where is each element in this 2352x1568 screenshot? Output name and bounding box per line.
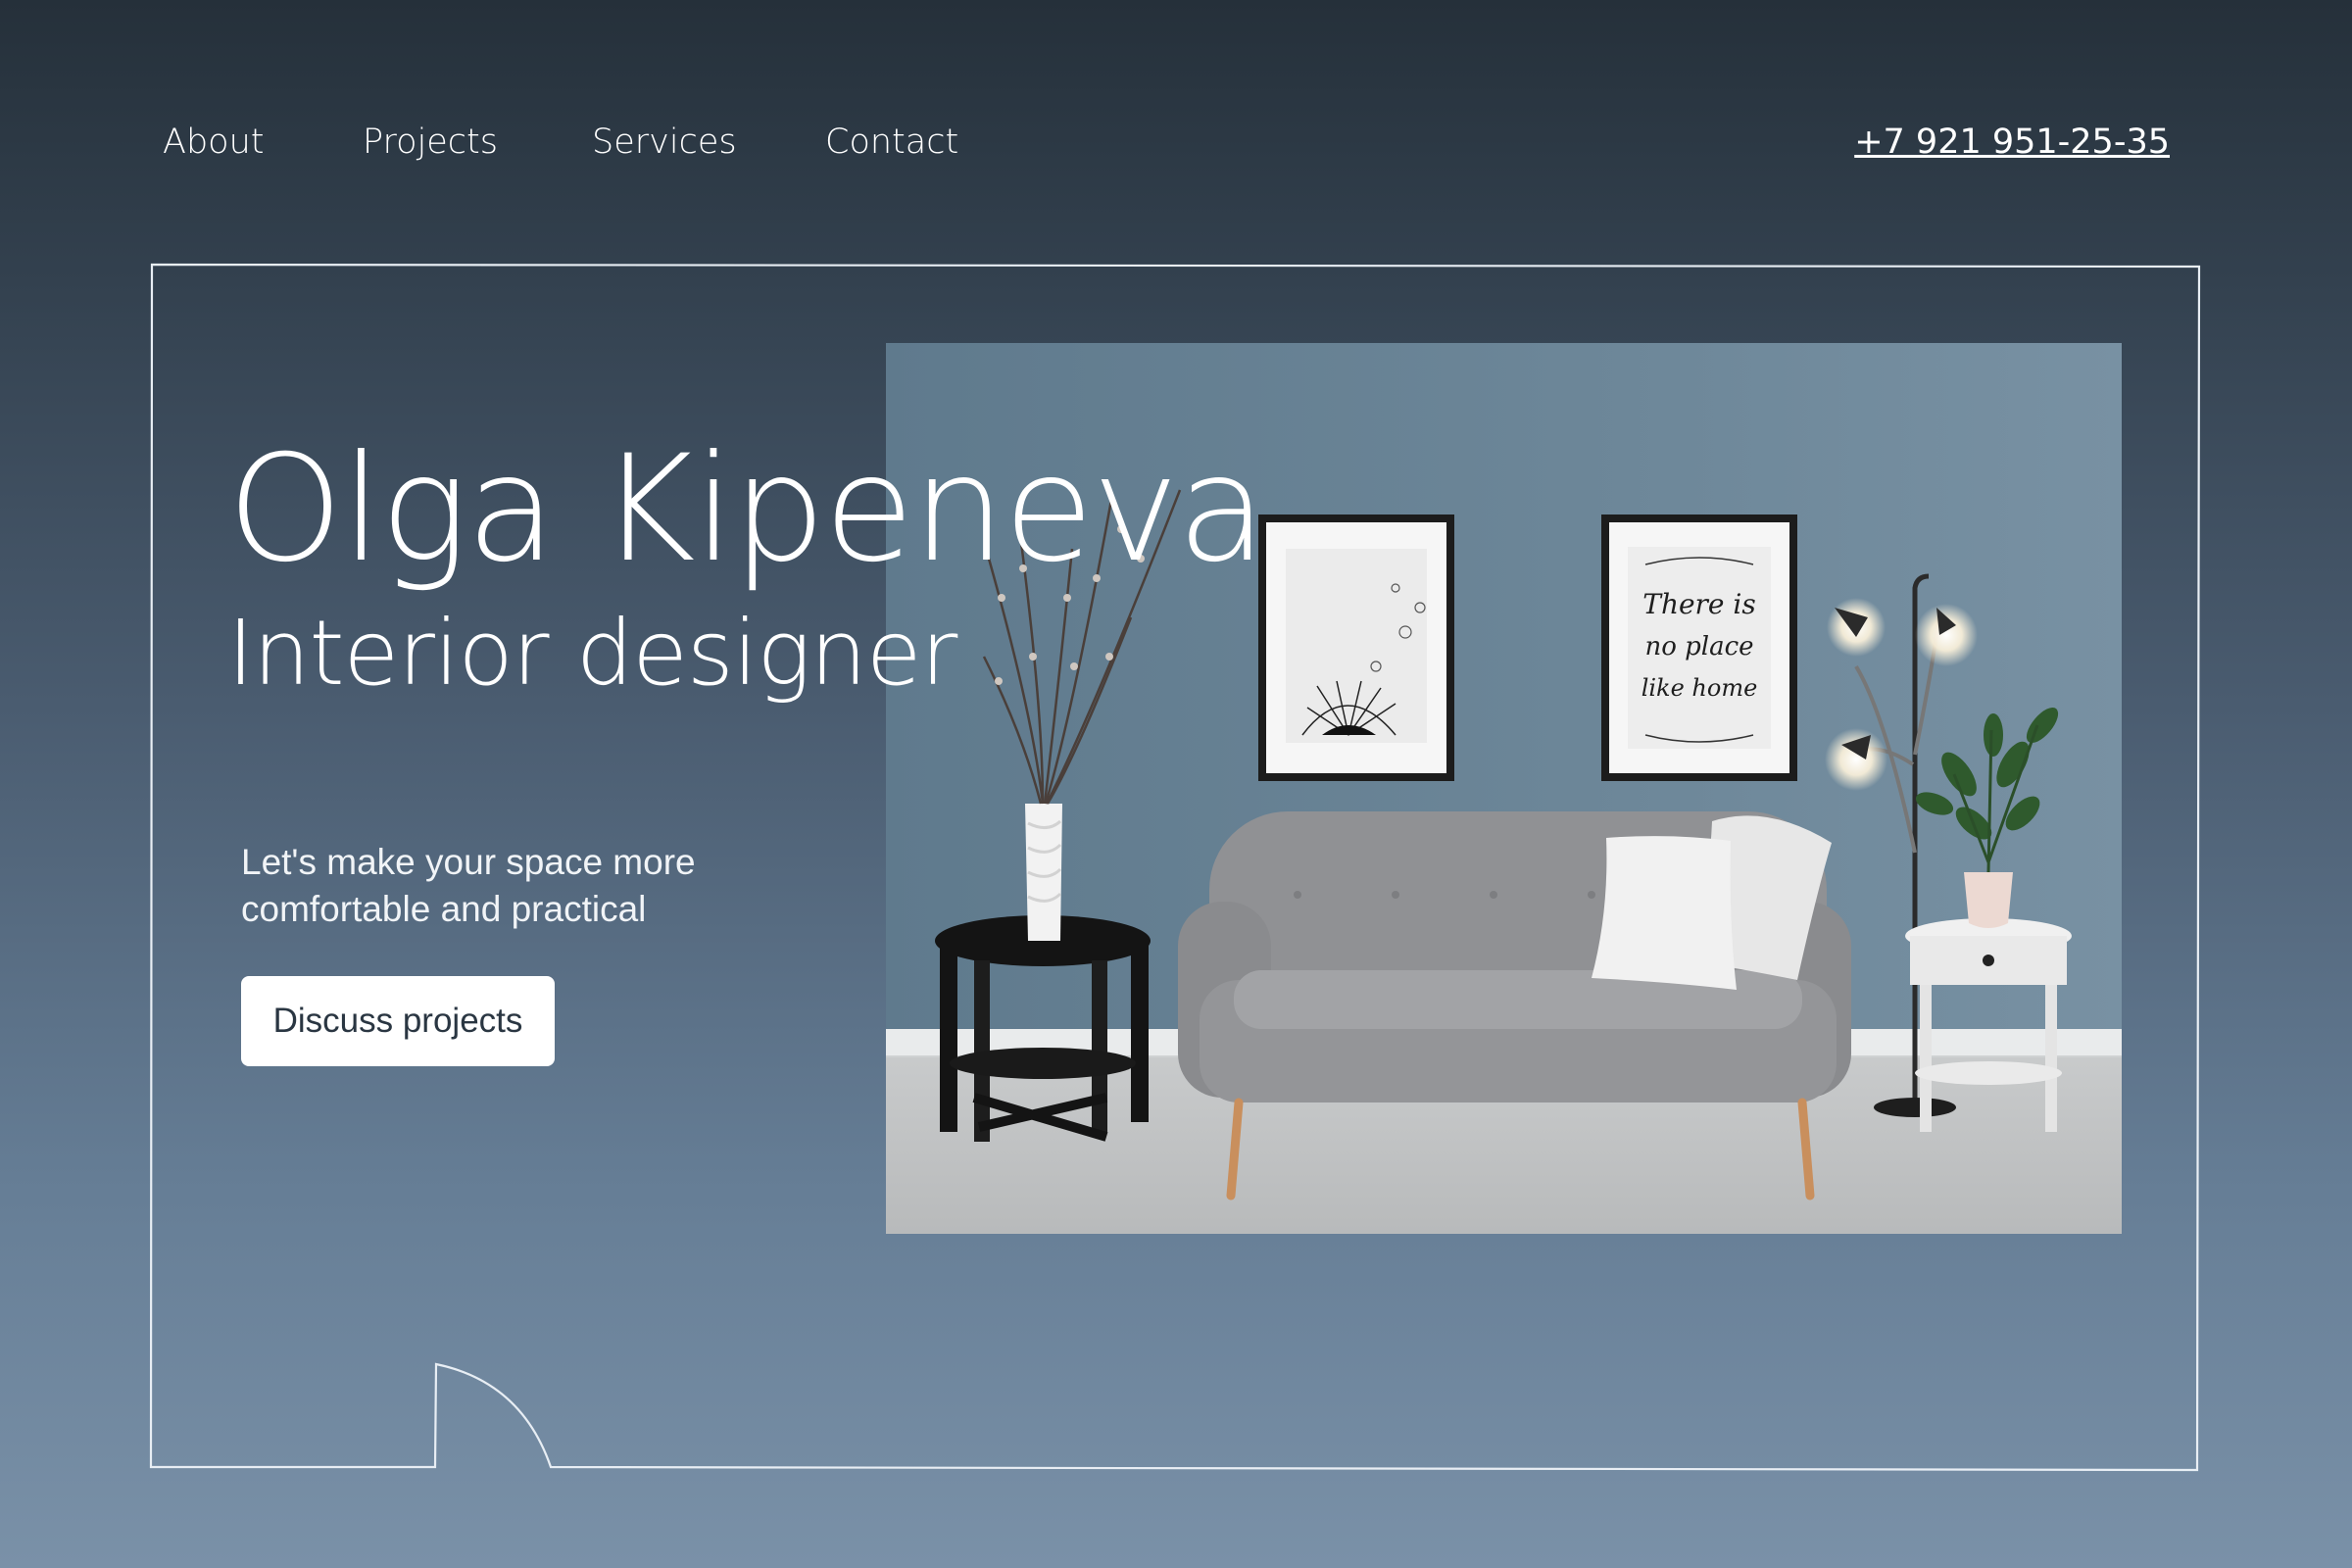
pillows <box>1592 815 1832 990</box>
poster-line-1: There is <box>1642 588 1755 620</box>
designer-name-heading: Olga Kipeneva <box>227 424 1267 595</box>
nav-contact-link[interactable]: Contact <box>825 120 958 165</box>
designer-role-heading: Interior designer <box>227 601 957 706</box>
discuss-projects-button[interactable]: Discuss projects <box>241 976 555 1066</box>
hero-tagline: Let's make your space more comfortable a… <box>241 842 696 929</box>
nav-projects-link[interactable]: Projects <box>363 120 498 165</box>
nav-about-link[interactable]: About <box>163 120 264 165</box>
quote-picture-frame: There is no place like home <box>1601 514 1797 781</box>
poster-line-3: like home <box>1642 674 1758 702</box>
poster-line-2: no place <box>1644 632 1753 662</box>
dandelion-picture-frame <box>1258 514 1454 781</box>
phone-number-link[interactable]: +7 921 951-25-35 <box>1854 120 2170 165</box>
nav-services-link[interactable]: Services <box>592 120 737 165</box>
